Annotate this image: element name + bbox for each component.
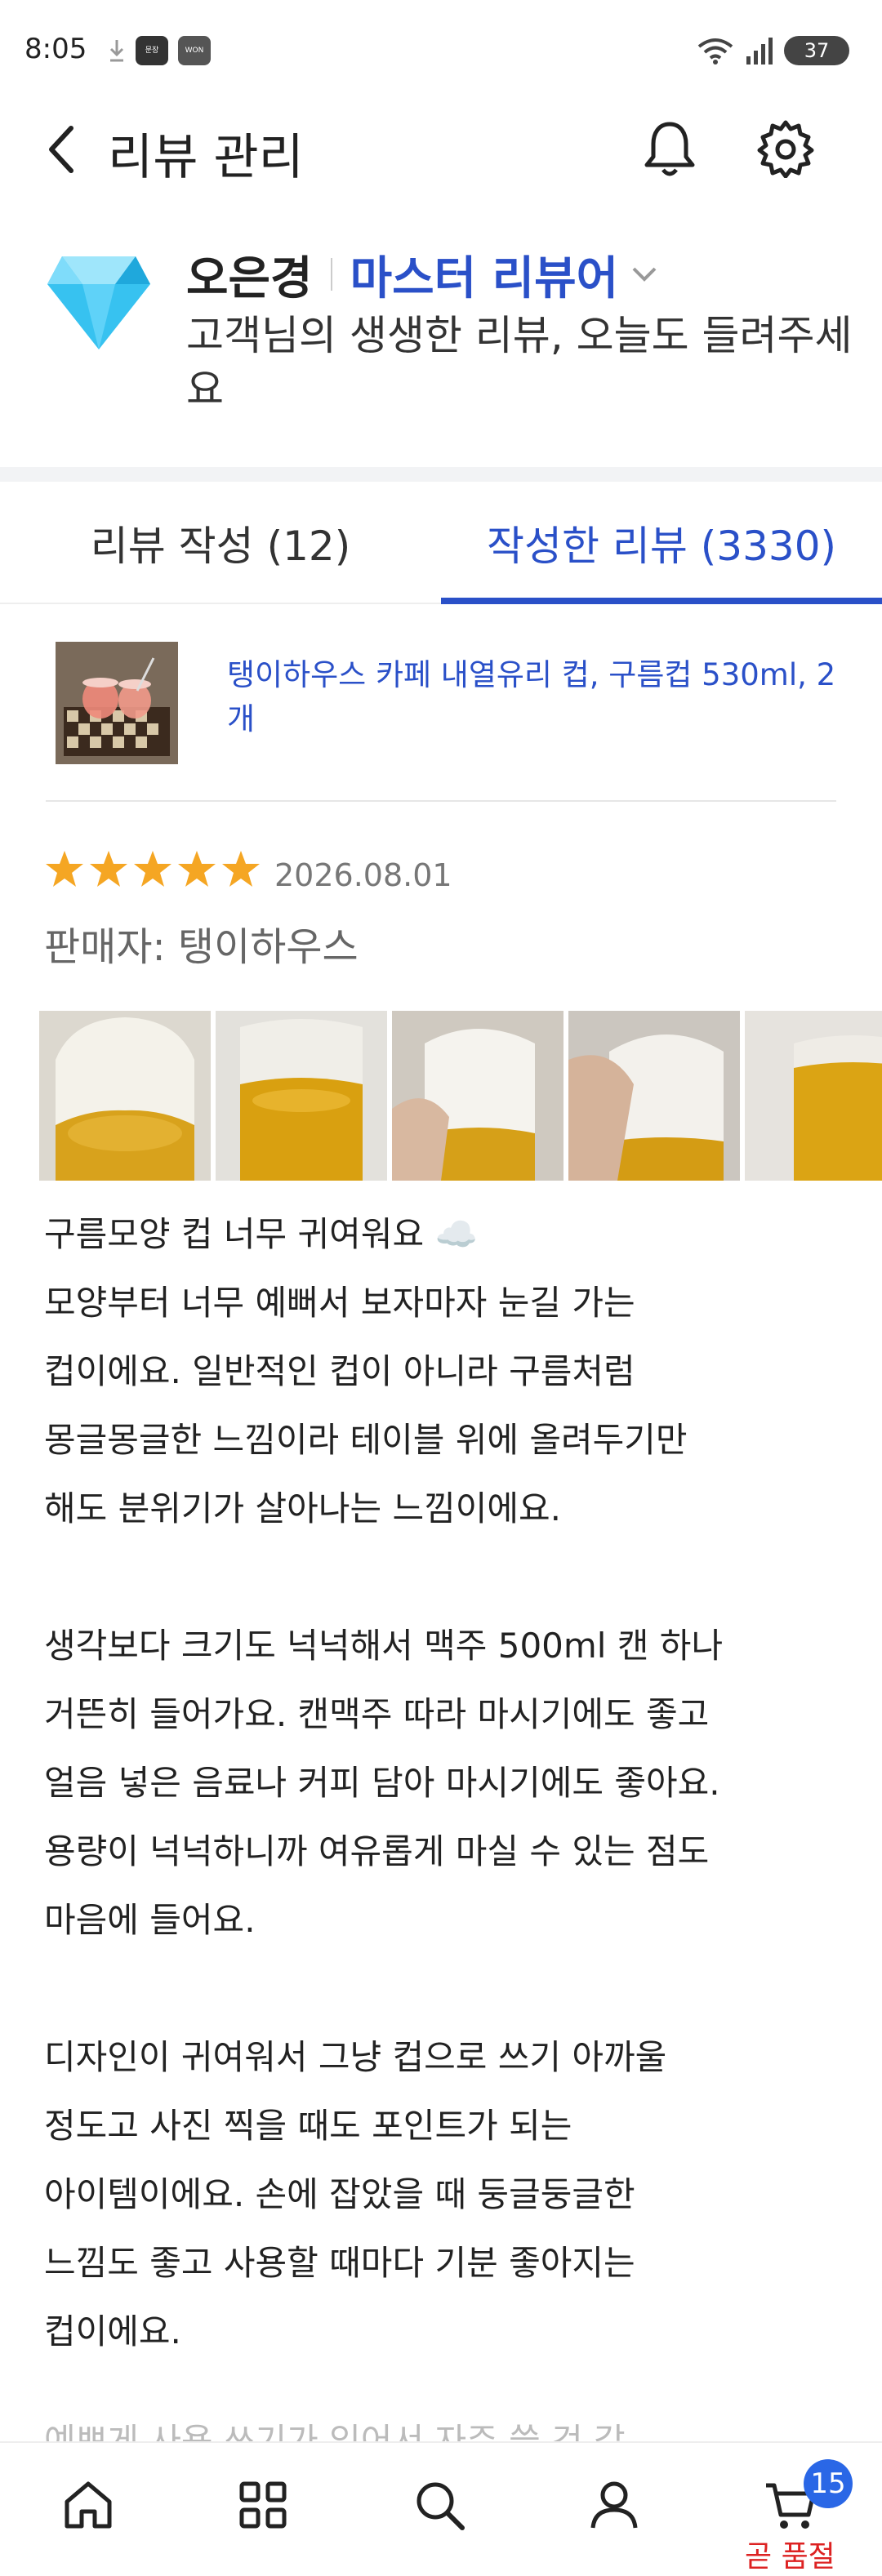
profile-name-row[interactable]: 오은경 마스터 리뷰어 — [186, 242, 657, 307]
product-row[interactable]: 탱이하우스 카페 내열유리 컵, 구름컵 530ml, 2개 — [0, 629, 882, 800]
star-icon — [46, 851, 83, 887]
star-icon — [178, 851, 216, 887]
back-button[interactable] — [33, 121, 90, 178]
rating-stars — [44, 849, 261, 888]
nav-my-page[interactable] — [573, 2464, 655, 2546]
review-photos — [39, 1011, 882, 1181]
star-icon — [90, 851, 127, 887]
status-bar: 8:05 문장 WON 37 — [0, 0, 882, 98]
diamond-grade-icon — [47, 256, 150, 349]
page-title: 리뷰 관리 — [108, 129, 304, 186]
home-icon — [65, 2481, 112, 2529]
status-time: 8:05 — [24, 33, 87, 65]
reviewer-profile: 오은경 마스터 리뷰어 고객님의 생생한 리뷰, 오늘도 들려주세요 — [0, 237, 882, 465]
app-notification-icon: 문장 — [136, 36, 168, 65]
status-notification-icons: 문장 WON — [108, 36, 211, 65]
search-icon — [416, 2482, 465, 2530]
product-image — [56, 642, 178, 764]
active-tab-indicator — [441, 598, 882, 604]
review-text: 구름모양 컵 너무 귀여워요 ☁️ 모양부터 너무 예뻐서 보자마자 눈길 가는… — [44, 1214, 724, 2351]
won-app-icon: WON — [178, 36, 211, 65]
review-photo[interactable] — [745, 1011, 882, 1181]
reviewer-grade: 마스터 리뷰어 — [350, 251, 619, 305]
nav-home[interactable] — [47, 2464, 129, 2546]
profile-message: 고객님의 생생한 리뷰, 오늘도 들려주세요 — [186, 312, 853, 413]
review-photo[interactable] — [568, 1011, 740, 1181]
review-text-cutoff: 예쁘게 사용 쓰기가 있어서 자주 쓸 것 같 — [44, 2421, 626, 2445]
tab-write-review[interactable]: 리뷰 작성 (12) — [0, 482, 441, 604]
name-divider — [330, 258, 332, 291]
person-icon — [590, 2481, 638, 2529]
settings-button[interactable] — [753, 116, 818, 181]
chevron-down-icon — [632, 267, 657, 282]
download-icon — [109, 40, 124, 62]
product-name-link[interactable]: 탱이하우스 카페 내열유리 컵, 구름컵 530ml, 2개 — [227, 653, 848, 741]
nav-search[interactable] — [399, 2464, 480, 2546]
grid-icon — [239, 2481, 287, 2529]
tab-written-reviews[interactable]: 작성한 리뷰 (3330) — [441, 482, 882, 604]
bell-icon — [644, 122, 695, 176]
battery-indicator: 37 — [784, 36, 849, 65]
cart-soldout-notice: 곧 품절 — [745, 2540, 835, 2574]
review-photo[interactable] — [216, 1011, 387, 1181]
star-icon — [222, 851, 260, 887]
back-arrow-icon — [49, 126, 74, 173]
status-system-icons: 37 — [697, 36, 849, 65]
review-photo[interactable] — [392, 1011, 564, 1181]
review-photo[interactable] — [39, 1011, 211, 1181]
review-date: 2026.08.01 — [274, 857, 452, 893]
notification-button[interactable] — [637, 116, 702, 181]
bottom-navigation: 15 곧 품절 — [0, 2441, 882, 2576]
product-thumbnail[interactable] — [56, 642, 178, 764]
cart-count-badge: 15 — [804, 2459, 853, 2508]
page-header: 리뷰 관리 — [0, 98, 882, 204]
wifi-icon — [697, 38, 733, 65]
product-divider — [46, 800, 836, 802]
nav-categories[interactable] — [222, 2464, 304, 2546]
section-divider — [0, 467, 882, 482]
star-icon — [134, 851, 172, 887]
review-tabs: 리뷰 작성 (12) 작성한 리뷰 (3330) — [0, 482, 882, 604]
reviewer-name: 오은경 — [186, 251, 313, 305]
seller-name: 판매자: 탱이하우스 — [44, 924, 359, 970]
gear-icon — [757, 120, 814, 178]
signal-icon — [746, 38, 773, 65]
